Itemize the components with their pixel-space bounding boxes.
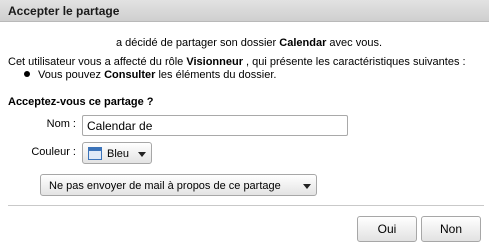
permission-post: les éléments du dossier. (155, 69, 277, 81)
dialog-title: Accepter le partage (8, 4, 120, 18)
permission-action: Consulter (104, 69, 156, 81)
color-select[interactable]: Bleu (82, 142, 152, 164)
mail-notification-select[interactable]: Ne pas envoyer de mail à propos de ce pa… (40, 174, 317, 196)
color-value: Bleu (107, 148, 130, 160)
yes-button[interactable]: Oui (357, 216, 417, 242)
permission-item: Vous pouvez Consulter les éléments du do… (24, 69, 276, 81)
role-message-post: , qui présente les caractéristiques suiv… (243, 56, 466, 68)
bullet-icon (24, 71, 30, 78)
separator (8, 205, 484, 206)
color-label: Couleur : (31, 146, 76, 158)
share-message-pre: a décidé de partager son dossier (116, 37, 280, 49)
dropdown-arrow-icon (303, 184, 311, 189)
folder-name: Calendar (279, 37, 327, 49)
share-message: a décidé de partager son dossier Calenda… (116, 37, 382, 49)
share-message-post: avec vous. (326, 37, 382, 49)
dropdown-arrow-icon (138, 152, 146, 157)
name-input[interactable] (82, 115, 348, 136)
calendar-icon (88, 147, 102, 160)
role-message: Cet utilisateur vous a affecté du rôle V… (8, 56, 466, 68)
accept-share-dialog: Accepter le partage a décidé de partager… (0, 0, 489, 250)
no-button[interactable]: Non (421, 216, 481, 242)
mail-option-value: Ne pas envoyer de mail à propos de ce pa… (49, 180, 281, 192)
accept-question: Acceptez-vous ce partage ? (8, 96, 154, 108)
permission-pre: Vous pouvez (38, 69, 105, 81)
role-message-pre: Cet utilisateur vous a affecté du rôle (8, 56, 187, 68)
name-label: Nom : (46, 118, 76, 130)
dialog-titlebar: Accepter le partage (0, 0, 489, 22)
role-name: Visionneur (186, 56, 243, 68)
